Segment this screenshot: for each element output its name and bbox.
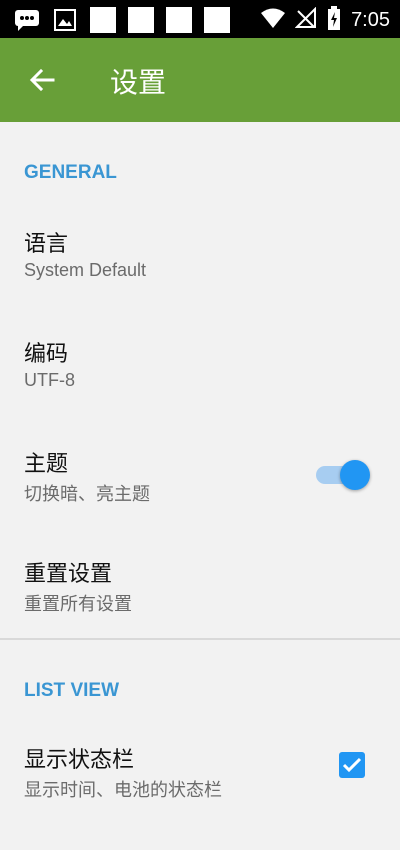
back-arrow-icon[interactable] — [26, 64, 58, 96]
no-signal-icon — [294, 6, 317, 33]
blank-notification — [204, 7, 230, 33]
app-bar: 设置 — [0, 38, 400, 122]
system-icons: 7:05 — [261, 6, 390, 34]
setting-subtitle: System Default — [24, 260, 147, 280]
setting-subtitle: 重置所有设置 — [24, 594, 132, 614]
status-bar-checkbox[interactable] — [339, 752, 365, 778]
switch-thumb — [340, 460, 370, 490]
clock: 7:05 — [351, 8, 390, 31]
setting-title: 语言 — [24, 232, 69, 257]
setting-title: 重置设置 — [24, 562, 113, 587]
section-divider — [0, 638, 400, 640]
image-icon — [52, 8, 78, 32]
setting-subtitle: 切换暗、亮主题 — [24, 484, 150, 504]
section-header-general: GENERAL — [24, 162, 117, 183]
setting-encoding[interactable]: 编码 UTF-8 — [0, 336, 400, 444]
checkmark-icon — [342, 757, 362, 773]
setting-show-status-bar[interactable]: 显示状态栏 显示时间、电池的状态栏 — [0, 742, 400, 850]
setting-subtitle: UTF-8 — [24, 370, 75, 390]
status-bar: 7:05 — [0, 0, 400, 38]
page-title: 设置 — [110, 66, 167, 99]
setting-title: 显示状态栏 — [24, 748, 135, 773]
section-header-list-view: LIST VIEW — [24, 680, 119, 701]
theme-toggle-switch[interactable] — [316, 460, 370, 490]
setting-title: 编码 — [24, 342, 69, 367]
setting-subtitle: 显示时间、电池的状态栏 — [24, 780, 222, 800]
wifi-icon — [261, 8, 286, 32]
blank-notification — [128, 7, 154, 33]
setting-reset[interactable]: 重置设置 重置所有设置 — [0, 556, 400, 664]
blank-notification — [90, 7, 116, 33]
setting-title: 主题 — [24, 452, 69, 477]
setting-language[interactable]: 语言 System Default — [0, 226, 400, 334]
blank-notification — [166, 7, 192, 33]
message-icon — [14, 8, 40, 32]
notification-icons — [14, 7, 230, 33]
battery-charging-icon — [327, 6, 341, 34]
settings-list: GENERAL 语言 System Default 编码 UTF-8 主题 切换… — [0, 122, 400, 800]
setting-theme[interactable]: 主题 切换暗、亮主题 — [0, 446, 400, 554]
